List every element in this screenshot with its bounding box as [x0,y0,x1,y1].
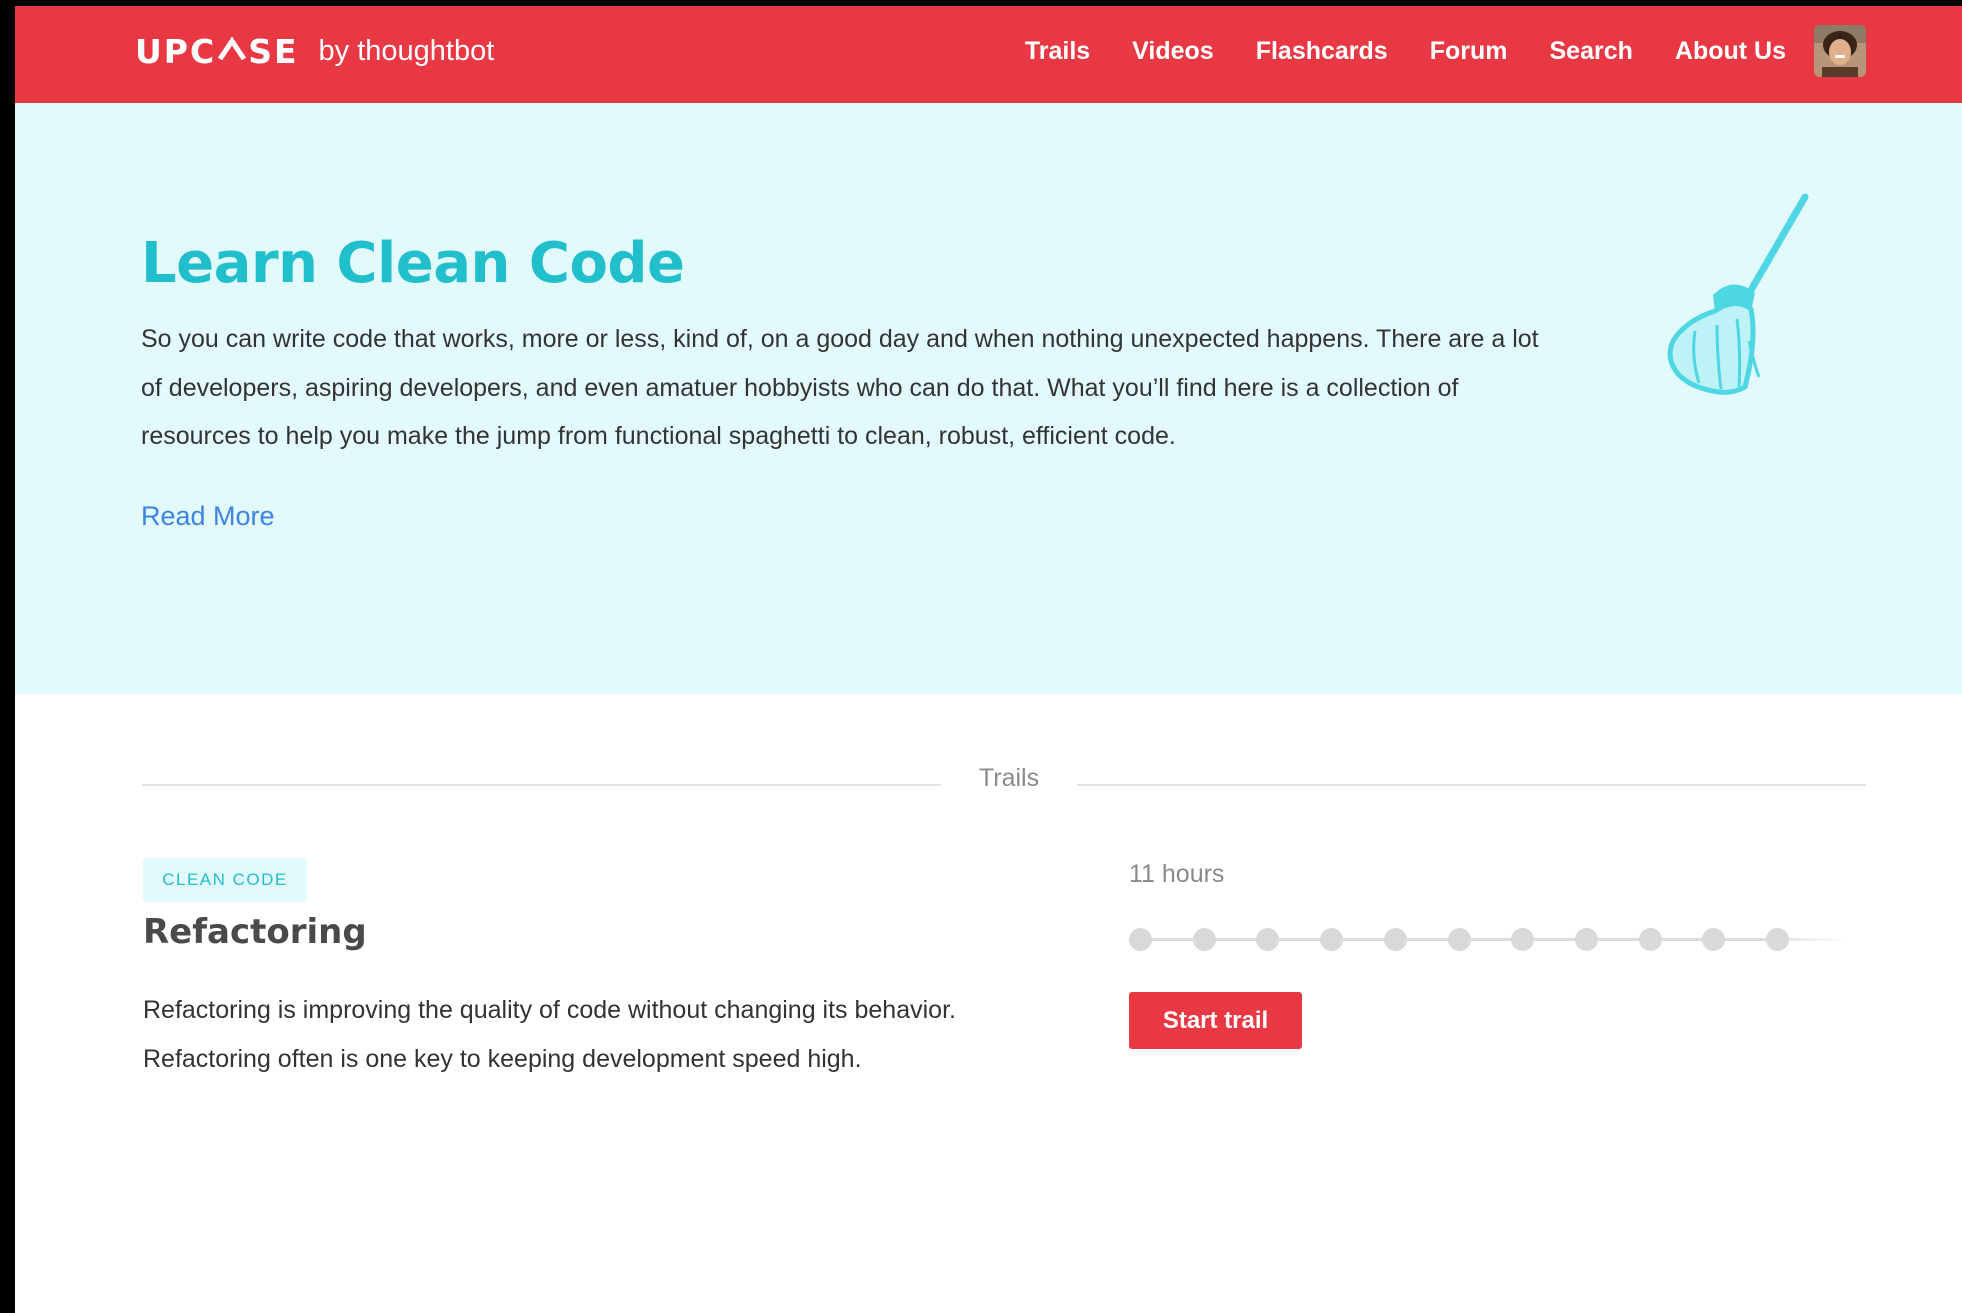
trail-step-dot[interactable] [1129,928,1152,951]
main-nav: Trails Videos Flashcards Forum Search Ab… [983,24,1866,78]
upcase-logo[interactable]: UPC SE by thoughtbot [135,26,494,76]
hero-section: Learn Clean Code So you can write code t… [15,103,1962,694]
trails-heading: Trails [978,764,1040,792]
nav-about-us[interactable]: About Us [1675,37,1786,66]
trail-duration: 11 hours [1129,860,1225,888]
trail-step-dot[interactable] [1638,928,1662,951]
trail-title[interactable]: Refactoring [143,912,367,952]
trail-step-dot[interactable] [1320,928,1344,951]
read-more-link[interactable]: Read More [141,501,275,532]
trail-step-dot[interactable] [1574,928,1598,951]
logo-byline: by thoughtbot [318,34,495,67]
trail-step-dot[interactable] [1702,928,1726,951]
logo-wordmark: UPC SE [135,32,299,71]
broom-icon [1667,193,1809,395]
trail-step-dot[interactable] [1766,928,1789,951]
trail-step-dot[interactable] [1192,928,1216,951]
nav-flashcards[interactable]: Flashcards [1256,37,1388,66]
top-nav-bar: UPC SE by thoughtbot Trails Videos Flash… [15,6,1962,103]
page: UPC SE by thoughtbot Trails Videos Flash… [15,6,1962,1313]
nav-trails[interactable]: Trails [1025,37,1090,66]
nav-videos[interactable]: Videos [1132,37,1214,66]
trail-step-dot[interactable] [1511,928,1535,951]
topic-badge-label: CLEAN CODE [162,870,288,889]
trails-divider-left [142,784,941,786]
steps-track [1129,938,1849,941]
logo-text-right: SE [248,31,299,71]
user-avatar-icon [1814,25,1866,77]
trail-progress-steps [1129,925,1849,955]
start-trail-button[interactable]: Start trail [1129,992,1302,1049]
hero-description: So you can write code that works, more o… [141,325,1539,450]
page-title: Learn Clean Code [141,231,685,296]
logo-text-left: UPC [135,31,217,71]
trails-divider-right [1077,784,1866,786]
trail-step-dot[interactable] [1383,928,1407,951]
topic-badge[interactable]: CLEAN CODE [143,858,307,902]
logo-caret-icon [218,36,247,61]
trail-step-dot[interactable] [1256,928,1280,951]
trail-step-dot[interactable] [1447,928,1471,951]
nav-forum[interactable]: Forum [1430,37,1508,66]
nav-search[interactable]: Search [1550,37,1633,66]
user-avatar[interactable] [1814,25,1866,77]
trail-description: Refactoring is improving the quality of … [143,996,956,1073]
